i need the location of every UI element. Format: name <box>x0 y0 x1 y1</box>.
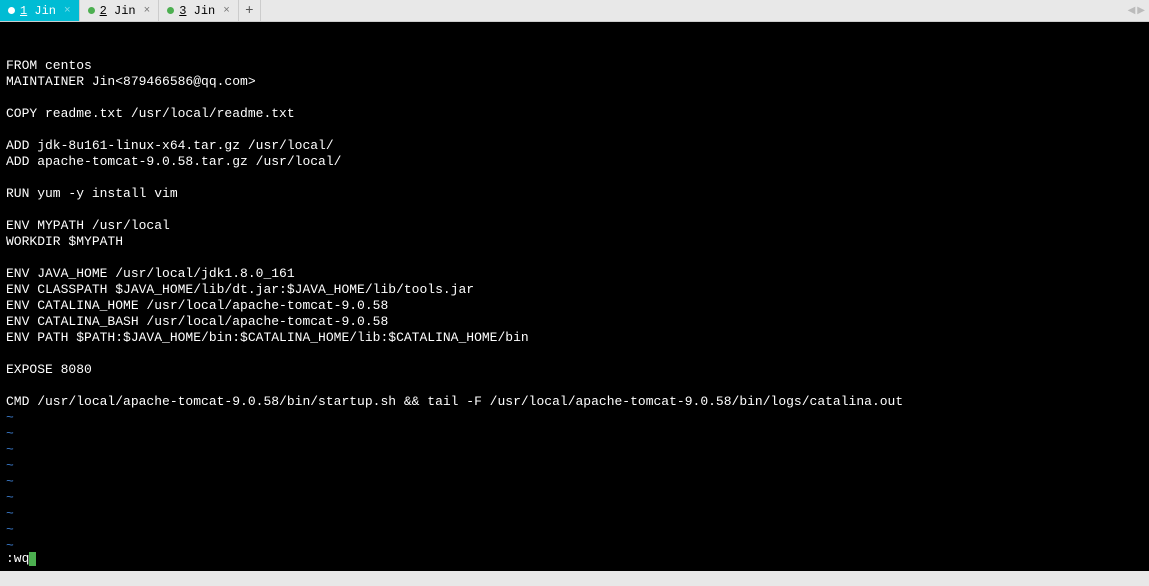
code-line: ENV CATALINA_HOME /usr/local/apache-tomc… <box>6 298 1143 314</box>
code-line: ENV PATH $PATH:$JAVA_HOME/bin:$CATALINA_… <box>6 330 1143 346</box>
vim-tilde-line: ~ <box>6 410 1143 426</box>
code-line: ENV JAVA_HOME /usr/local/jdk1.8.0_161 <box>6 266 1143 282</box>
code-line: ENV CLASSPATH $JAVA_HOME/lib/dt.jar:$JAV… <box>6 282 1143 298</box>
nav-arrows: ◀ ▶ <box>1128 0 1145 21</box>
code-line: ADD jdk-8u161-linux-x64.tar.gz /usr/loca… <box>6 138 1143 154</box>
vim-command-text: :wq <box>6 551 29 567</box>
code-line <box>6 90 1143 106</box>
tab-label: 2 Jin <box>100 4 136 18</box>
code-line: FROM centos <box>6 58 1143 74</box>
tab-bar: 1 Jin × 2 Jin × 3 Jin × + ◀ ▶ <box>0 0 1149 22</box>
code-line: RUN yum -y install vim <box>6 186 1143 202</box>
code-line <box>6 170 1143 186</box>
code-line <box>6 378 1143 394</box>
code-line: EXPOSE 8080 <box>6 362 1143 378</box>
code-line: CMD /usr/local/apache-tomcat-9.0.58/bin/… <box>6 394 1143 410</box>
close-icon[interactable]: × <box>223 5 230 17</box>
close-icon[interactable]: × <box>144 5 151 17</box>
vim-tilde-line: ~ <box>6 426 1143 442</box>
tab-label: 1 Jin <box>20 4 56 18</box>
vim-tilde-line: ~ <box>6 522 1143 538</box>
tab-1[interactable]: 1 Jin × <box>0 0 80 21</box>
editor-content: FROM centosMAINTAINER Jin<879466586@qq.c… <box>6 58 1143 554</box>
terminal[interactable]: FROM centosMAINTAINER Jin<879466586@qq.c… <box>0 22 1149 571</box>
vim-tilde-line: ~ <box>6 474 1143 490</box>
tab-status-dot <box>8 7 15 14</box>
vim-tilde-line: ~ <box>6 442 1143 458</box>
add-tab-button[interactable]: + <box>239 0 261 21</box>
tab-label: 3 Jin <box>179 4 215 18</box>
code-line: WORKDIR $MYPATH <box>6 234 1143 250</box>
code-line: ENV MYPATH /usr/local <box>6 218 1143 234</box>
vim-tilde-line: ~ <box>6 458 1143 474</box>
code-line: MAINTAINER Jin<879466586@qq.com> <box>6 74 1143 90</box>
vim-tilde-line: ~ <box>6 490 1143 506</box>
code-line: ADD apache-tomcat-9.0.58.tar.gz /usr/loc… <box>6 154 1143 170</box>
code-line: ENV CATALINA_BASH /usr/local/apache-tomc… <box>6 314 1143 330</box>
nav-right-icon[interactable]: ▶ <box>1137 5 1145 17</box>
tab-2[interactable]: 2 Jin × <box>80 0 160 21</box>
nav-left-icon[interactable]: ◀ <box>1128 5 1136 17</box>
cursor <box>29 552 36 566</box>
tab-3[interactable]: 3 Jin × <box>159 0 239 21</box>
tab-status-dot <box>167 7 174 14</box>
code-line <box>6 202 1143 218</box>
tab-status-dot <box>88 7 95 14</box>
code-line <box>6 250 1143 266</box>
code-line <box>6 346 1143 362</box>
vim-command-line[interactable]: :wq <box>6 551 36 567</box>
vim-tilde-line: ~ <box>6 506 1143 522</box>
code-line: COPY readme.txt /usr/local/readme.txt <box>6 106 1143 122</box>
vim-tilde-line: ~ <box>6 538 1143 554</box>
close-icon[interactable]: × <box>64 5 71 17</box>
code-line <box>6 122 1143 138</box>
